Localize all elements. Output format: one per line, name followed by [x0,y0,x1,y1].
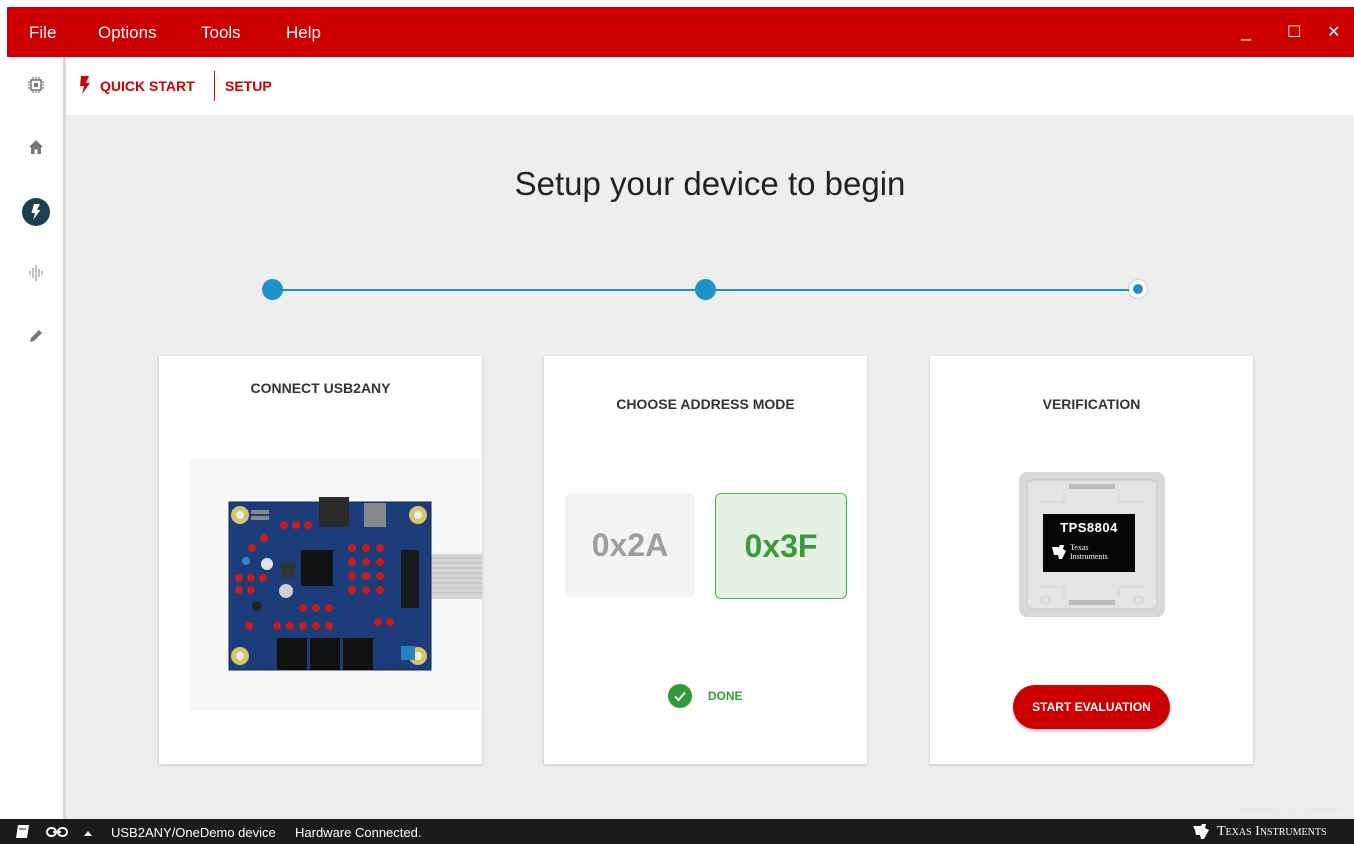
chip-brand-line-2: Instruments [1070,552,1108,561]
step-3-dot [1129,280,1147,298]
brand-label: Texas Instruments [1217,824,1327,839]
ti-logo-icon [1191,823,1211,845]
menu-tools[interactable]: Tools [201,23,241,43]
menu-help[interactable]: Help [286,23,321,43]
device-label: USB2ANY/OneDemo device [111,825,276,840]
step-1-dot [262,279,283,300]
left-nav [7,57,66,819]
status-bar: USB2ANY/OneDemo device Hardware Connecte… [0,819,1354,844]
step-2-dot [695,279,716,300]
done-status: DONE [544,684,867,708]
done-label: DONE [707,689,743,703]
address-mode-card: CHOOSE ADDRESS MODE 0x2A 0x3F DONE [544,356,867,764]
menu-options[interactable]: Options [98,23,157,43]
chip-label: TPS8804 [1060,520,1118,535]
maximize-button[interactable]: ☐ [1287,22,1301,42]
tps8804-device-image: TPS8804 Texas Instruments [1019,472,1165,617]
pencil-icon[interactable] [25,325,47,347]
powered-by-label: Powered By GUI Composer™ [1239,806,1346,815]
home-icon[interactable] [25,136,47,158]
main-content: Setup your device to begin CONNECT USB2A… [66,115,1354,819]
toolbar-divider [214,71,215,101]
chip-brand-line-1: Texas [1070,543,1089,552]
menu-bar: File Options Tools Help _ ☐ ✕ [7,7,1354,57]
setup-tab[interactable]: SETUP [225,78,272,94]
waveform-icon[interactable] [25,262,47,284]
book-icon[interactable] [15,824,31,844]
usb2any-board-image [189,458,482,711]
close-button[interactable]: ✕ [1327,22,1340,42]
connect-card: CONNECT USB2ANY [159,356,482,764]
chip-package: TPS8804 Texas Instruments [1043,514,1135,572]
connect-card-title: CONNECT USB2ANY [250,380,391,396]
start-evaluation-button[interactable]: START EVALUATION [1013,685,1170,729]
address-0x2a-option[interactable]: 0x2A [565,493,695,597]
address-0x3f-option[interactable]: 0x3F [715,493,847,599]
verification-title: VERIFICATION [1042,396,1141,412]
caret-up-icon[interactable] [83,826,93,844]
page-title: Setup your device to begin [514,165,906,202]
link-icon[interactable] [46,825,68,843]
menu-file[interactable]: File [29,23,56,43]
verification-card: VERIFICATION TPS8804 Texas Instruments S… [930,356,1253,764]
quick-start-icon[interactable] [21,197,51,227]
quick-start-tab[interactable]: QUICK START [100,78,195,94]
minimize-button[interactable]: _ [1241,21,1251,42]
check-circle-icon [668,684,693,708]
ti-chip-logo-icon [1050,544,1068,565]
toolbar: QUICK START SETUP [66,57,1354,115]
address-mode-title: CHOOSE ADDRESS MODE [616,396,795,412]
lightning-icon [79,76,91,99]
chip-icon[interactable] [25,74,47,96]
connection-status: Hardware Connected. [295,825,422,840]
